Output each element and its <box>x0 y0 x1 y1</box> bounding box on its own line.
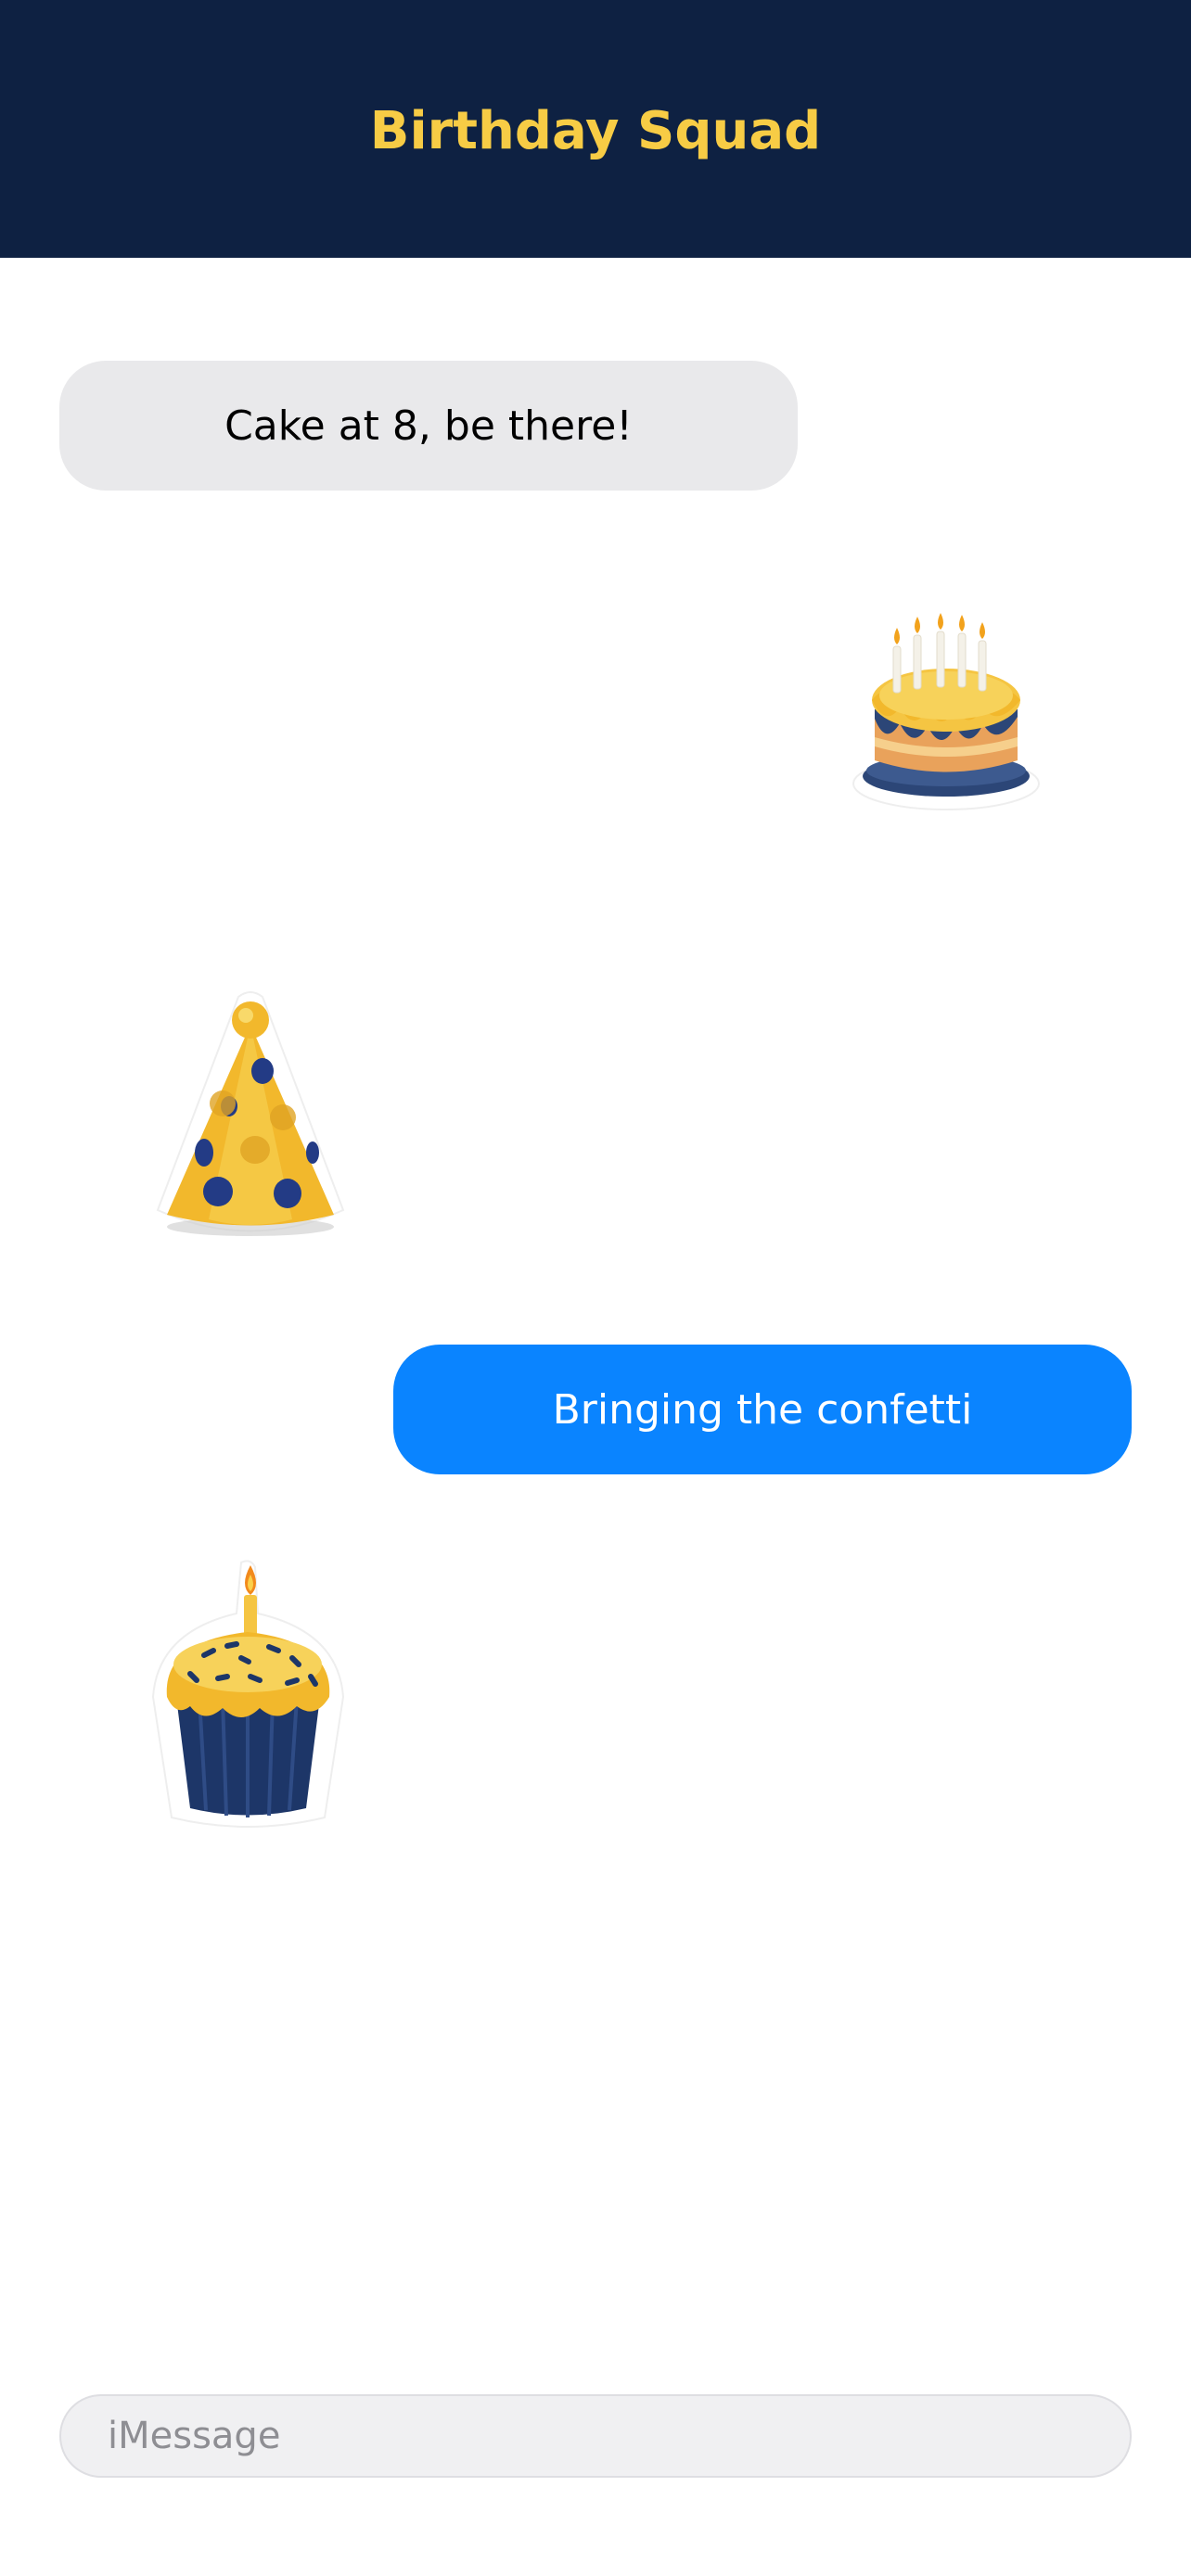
party-hat-icon[interactable] <box>153 988 348 1247</box>
message-text: Cake at 8, be there! <box>224 402 633 450</box>
birthday-cake-icon[interactable] <box>849 607 1044 821</box>
incoming-message-bubble[interactable]: Cake at 8, be there! <box>59 361 798 491</box>
cupcake-icon[interactable] <box>148 1558 348 1836</box>
outgoing-message-bubble[interactable]: Bringing the confetti <box>393 1345 1132 1474</box>
message-input[interactable]: iMessage <box>59 2394 1132 2478</box>
message-text: Bringing the confetti <box>552 1385 973 1434</box>
chat-header: Birthday Squad <box>0 0 1191 258</box>
message-input-placeholder: iMessage <box>108 2415 281 2457</box>
chat-title: Birthday Squad <box>369 100 822 161</box>
